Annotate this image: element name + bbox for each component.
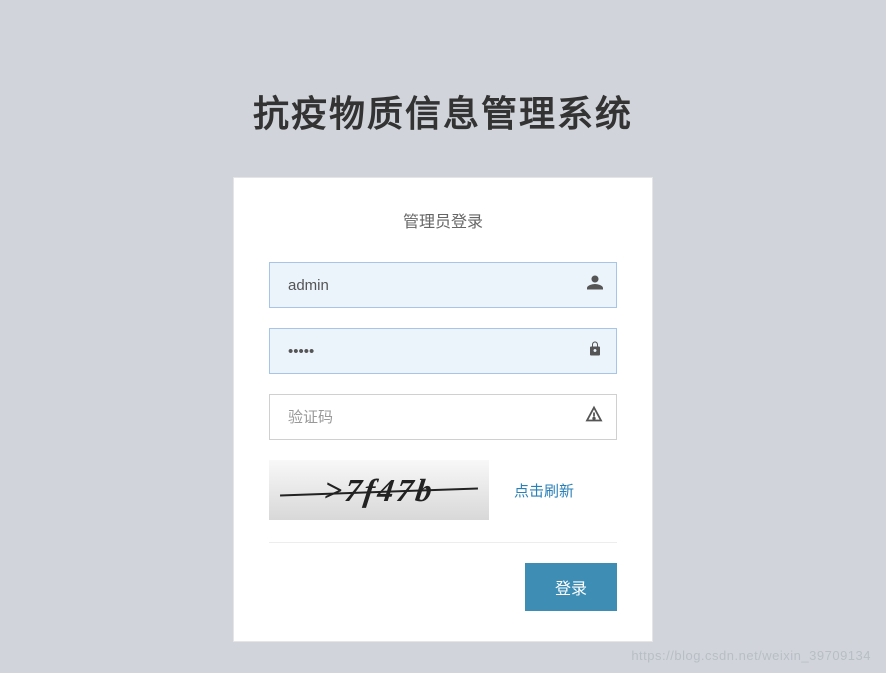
system-title: 抗疫物质信息管理系统 — [253, 85, 633, 137]
password-group — [269, 328, 617, 374]
captcha-group — [269, 394, 617, 440]
lock-icon — [587, 341, 603, 362]
panel-title: 管理员登录 — [269, 208, 617, 232]
user-icon — [587, 275, 603, 296]
button-row: 登录 — [269, 563, 617, 611]
captcha-image[interactable]: >7f47b — [269, 460, 489, 520]
captcha-image-text: >7f47b — [321, 472, 437, 509]
captcha-refresh-link[interactable]: 点击刷新 — [514, 480, 574, 501]
warning-icon — [585, 406, 603, 429]
login-button[interactable]: 登录 — [525, 563, 617, 611]
captcha-input[interactable] — [269, 394, 617, 440]
captcha-row: >7f47b 点击刷新 — [269, 460, 617, 543]
username-group — [269, 262, 617, 308]
login-container: 抗疫物质信息管理系统 管理员登录 — [0, 0, 886, 642]
password-input[interactable] — [269, 328, 617, 374]
username-input[interactable] — [269, 262, 617, 308]
watermark: https://blog.csdn.net/weixin_39709134 — [631, 648, 871, 663]
login-panel: 管理员登录 — [233, 177, 653, 642]
